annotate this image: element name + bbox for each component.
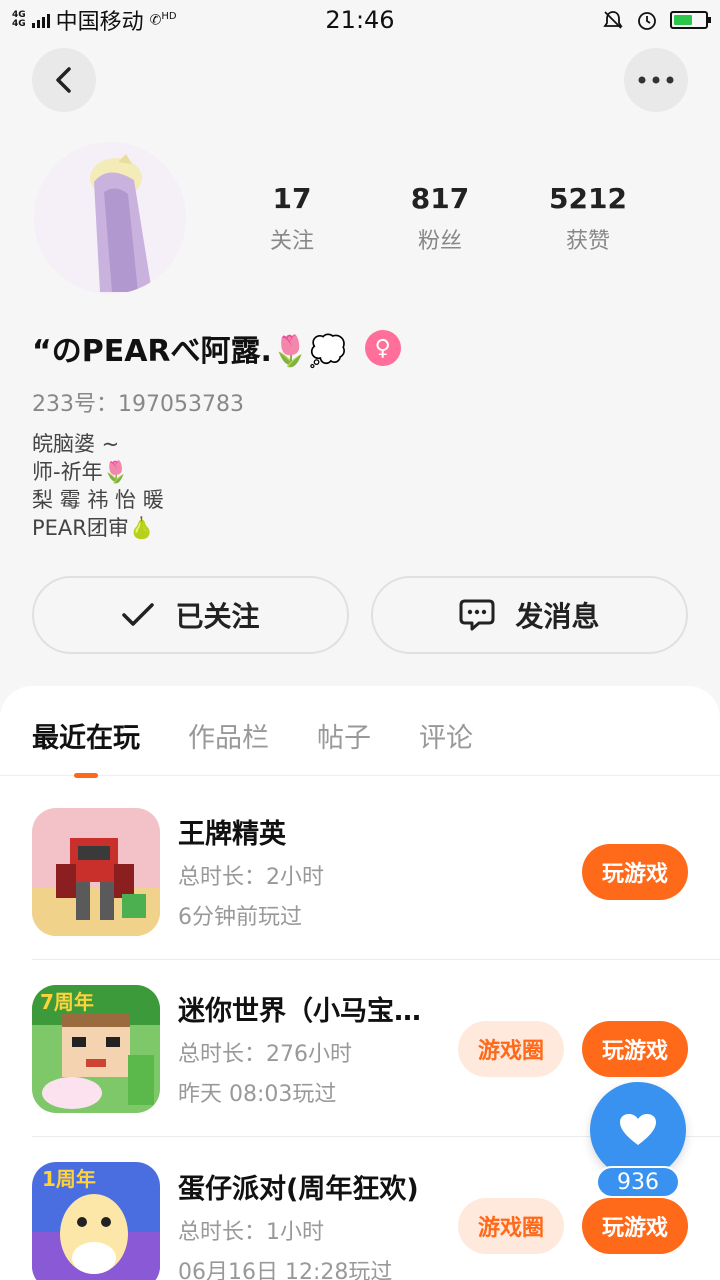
avatar[interactable] bbox=[34, 142, 186, 294]
message-button[interactable]: 发消息 bbox=[371, 576, 688, 654]
game-badge-text: 7周年 bbox=[40, 990, 94, 1014]
chat-bubble-icon bbox=[459, 599, 495, 631]
game-info: 蛋仔派对(周年狂欢) 总时长：1小时 06月16日 12:28玩过 bbox=[178, 1167, 458, 1280]
play-game-button[interactable]: 玩游戏 bbox=[581, 1198, 688, 1254]
bio-line: 皖脑婆 ~ bbox=[32, 432, 120, 456]
alarm-icon bbox=[638, 12, 656, 30]
following-count: 17 bbox=[272, 182, 312, 215]
chevron-left-icon bbox=[56, 67, 71, 93]
profile-stats: 17 关注 817 粉丝 5212 获赞 bbox=[218, 182, 662, 255]
bio-line: 师-祈年🌷 bbox=[32, 460, 129, 484]
nickname-row: “のPEARべ阿露.🌷💭 ♀ bbox=[32, 326, 401, 370]
game-title: 迷你世界（小马宝莉联动） bbox=[178, 996, 428, 1027]
game-info: 迷你世界（小马宝莉联动） 总时长：276小时 昨天 08:03玩过 bbox=[178, 989, 458, 1108]
mute-bell-icon bbox=[603, 11, 623, 29]
tab-recently-played[interactable]: 最近在玩 bbox=[32, 716, 140, 776]
game-last-played: 6分钟前玩过 bbox=[178, 905, 302, 930]
like-button[interactable] bbox=[590, 1082, 686, 1178]
likes-label: 获赞 bbox=[565, 229, 610, 254]
game-icon-eggy-party: 1周年 bbox=[32, 1162, 160, 1280]
tab-posts[interactable]: 帖子 bbox=[317, 716, 371, 776]
stat-likes[interactable]: 5212 获赞 bbox=[514, 182, 662, 255]
followed-button[interactable]: 已关注 bbox=[32, 576, 349, 654]
more-dots-icon bbox=[638, 76, 674, 84]
account-id: 233号：197053783 bbox=[32, 392, 244, 417]
carrier-name: 中国移动 bbox=[55, 10, 144, 35]
following-label: 关注 bbox=[269, 229, 314, 254]
game-info: 王牌精英 总时长：2小时 6分钟前玩过 bbox=[178, 812, 582, 931]
signal-icon bbox=[31, 12, 50, 28]
game-badge-text: 1周年 bbox=[42, 1167, 96, 1191]
likes-count: 5212 bbox=[549, 182, 627, 215]
status-bar: 4G 4G 中国移动 ✆HD 21:46 bbox=[0, 0, 720, 40]
status-right bbox=[602, 9, 711, 31]
bio-line: PEAR团审🍐 bbox=[32, 516, 156, 540]
game-circle-button[interactable]: 游戏圈 bbox=[457, 1198, 564, 1254]
game-row[interactable]: 王牌精英 总时长：2小时 6分钟前玩过 玩游戏 bbox=[32, 784, 720, 960]
tab-comments[interactable]: 评论 bbox=[419, 716, 473, 776]
game-last-played: 昨天 08:03玩过 bbox=[178, 1082, 337, 1107]
game-duration: 总时长：2小时 bbox=[178, 865, 324, 890]
game-last-played: 06月16日 12:28玩过 bbox=[178, 1259, 393, 1280]
game-title: 蛋仔派对(周年狂欢) bbox=[178, 1173, 419, 1205]
bio-line: 梨 霉 祎 怡 暖 bbox=[32, 488, 164, 512]
game-icon-ace-elite bbox=[32, 807, 160, 936]
message-label: 发消息 bbox=[515, 600, 600, 633]
heart-icon bbox=[620, 1114, 656, 1145]
game-circle-button[interactable]: 游戏圈 bbox=[457, 1020, 564, 1077]
bio: 皖脑婆 ~ 师-祈年🌷 梨 霉 祎 怡 暖 PEAR团审🍐 bbox=[32, 430, 164, 542]
game-duration: 总时长：1小时 bbox=[178, 1219, 324, 1245]
hd-label: HD bbox=[161, 11, 177, 23]
game-duration: 总时长：276小时 bbox=[178, 1042, 352, 1067]
check-icon bbox=[122, 603, 155, 626]
followed-label: 已关注 bbox=[175, 600, 260, 633]
avatar-image bbox=[34, 142, 186, 294]
network-type: 4G 4G bbox=[12, 11, 26, 29]
tab-works[interactable]: 作品栏 bbox=[188, 716, 269, 776]
nickname: “のPEARべ阿露.🌷💭 bbox=[32, 334, 347, 369]
back-button[interactable] bbox=[32, 48, 96, 112]
game-title: 王牌精英 bbox=[178, 819, 286, 850]
more-button[interactable] bbox=[624, 48, 688, 112]
tab-bar: 最近在玩 作品栏 帖子 评论 bbox=[0, 686, 720, 776]
game-icon-mini-world: 7周年 bbox=[32, 984, 160, 1113]
status-left: 4G 4G 中国移动 ✆HD bbox=[12, 4, 177, 36]
phone-hd-icon: ✆HD bbox=[149, 11, 177, 29]
play-game-button[interactable]: 玩游戏 bbox=[581, 1020, 688, 1077]
fans-count: 817 bbox=[410, 182, 470, 215]
play-game-button[interactable]: 玩游戏 bbox=[581, 843, 688, 900]
battery-icon bbox=[670, 11, 711, 29]
action-row: 已关注 发消息 bbox=[32, 576, 688, 654]
like-count: 936 bbox=[596, 1166, 680, 1198]
network-type-2: 4G bbox=[12, 19, 26, 29]
fans-label: 粉丝 bbox=[417, 229, 462, 254]
stat-following[interactable]: 17 关注 bbox=[218, 182, 366, 255]
female-gender-icon: ♀ bbox=[364, 330, 401, 366]
stat-fans[interactable]: 817 粉丝 bbox=[366, 182, 514, 255]
